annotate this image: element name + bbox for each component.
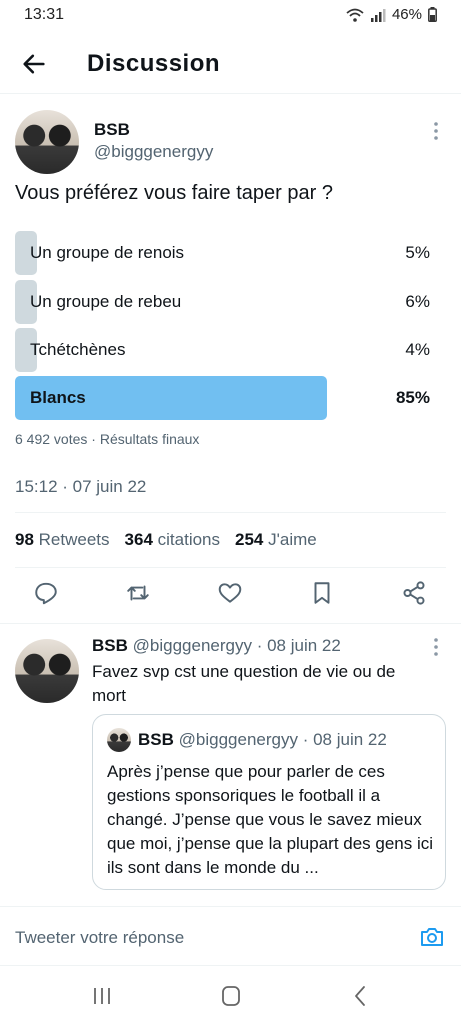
like-icon[interactable] (217, 580, 243, 606)
reply-meta: @bigggenergyy · 08 juin 22 (132, 636, 341, 655)
divider (0, 623, 461, 624)
likes-count: 254 (235, 530, 264, 549)
more-options-icon[interactable] (426, 636, 446, 658)
poll-option-percent: 4% (405, 340, 430, 359)
avatar[interactable] (15, 110, 79, 174)
poll-option: Un groupe de renois 5% (15, 231, 430, 275)
poll-option-label: Un groupe de rebeu (30, 292, 182, 311)
tweet-stats: 98 Retweets 364 citations 254 J'aime (15, 530, 317, 550)
signal-icon (370, 8, 386, 22)
divider (15, 512, 446, 513)
system-navigation-bar (0, 966, 461, 1024)
tweet-timestamp: 15:12 · 07 juin 22 (15, 477, 147, 496)
quote-meta: @bigggenergyy · 08 juin 22 (178, 730, 387, 749)
quote-header: BSB @bigggenergyy · 08 juin 22 (138, 730, 387, 750)
quotes-count: 364 (124, 530, 153, 549)
wifi-icon (346, 8, 364, 22)
battery-icon (428, 7, 437, 22)
quote-avatar (107, 728, 131, 752)
bookmark-icon[interactable] (309, 580, 335, 606)
retweet-icon[interactable] (125, 580, 151, 606)
poll-option: Un groupe de rebeu 6% (15, 280, 430, 324)
share-icon[interactable] (401, 580, 427, 606)
reply-avatar[interactable] (15, 639, 79, 703)
poll-option-winner: Blancs 85% (15, 376, 430, 420)
poll-option-label: Tchétchènes (30, 340, 126, 359)
header: Discussion (0, 36, 461, 94)
home-icon[interactable] (217, 984, 245, 1008)
back-nav-icon[interactable] (346, 984, 374, 1008)
poll-option-label: Un groupe de renois (30, 243, 185, 262)
reply-icon[interactable] (33, 580, 59, 606)
reply-composer[interactable]: Tweeter votre réponse (0, 906, 461, 966)
more-options-icon[interactable] (426, 120, 446, 142)
status-icons: 46% (346, 6, 437, 23)
page-title: Discussion (87, 50, 221, 77)
poll-option-percent: 85% (395, 388, 430, 407)
reply-header: BSB @bigggenergyy · 08 juin 22 (92, 636, 341, 656)
author-name[interactable]: BSB (94, 120, 130, 140)
battery-percent: 46% (391, 6, 422, 23)
quote-text: Après j’pense que pour parler de ces ges… (107, 762, 434, 877)
status-time: 13:31 (24, 6, 65, 23)
quoted-tweet-card[interactable]: BSB @bigggenergyy · 08 juin 22 Après j’p… (92, 714, 446, 890)
likes-label: J'aime (268, 530, 317, 549)
retweets-stat[interactable]: 98 Retweets (15, 530, 110, 550)
quote-author-name: BSB (138, 730, 174, 749)
reply-text: Favez svp cst une question de vie ou de … (92, 662, 396, 705)
reply-input-placeholder[interactable]: Tweeter votre réponse (15, 928, 184, 948)
tweet-text: Vous préférez vous faire taper par ? (15, 182, 333, 204)
poll-option: Tchétchènes 4% (15, 328, 430, 372)
author-handle[interactable]: @bigggenergyy (94, 142, 213, 162)
poll-option-label: Blancs (30, 388, 86, 407)
poll-option-percent: 6% (405, 292, 430, 311)
back-arrow-icon[interactable] (20, 50, 48, 78)
quotes-label: citations (157, 530, 221, 549)
divider (15, 567, 446, 568)
poll-meta: 6 492 votes · Résultats finaux (15, 431, 200, 447)
retweets-count: 98 (15, 530, 34, 549)
reply-author-name[interactable]: BSB (92, 636, 128, 655)
likes-stat[interactable]: 254 J'aime (235, 530, 317, 550)
status-bar: 13:31 46% (0, 0, 461, 30)
poll-option-percent: 5% (405, 243, 430, 262)
quotes-stat[interactable]: 364 citations (125, 530, 220, 550)
retweets-label: Retweets (38, 530, 110, 549)
camera-icon[interactable] (419, 925, 445, 949)
recent-apps-icon[interactable] (88, 984, 116, 1008)
